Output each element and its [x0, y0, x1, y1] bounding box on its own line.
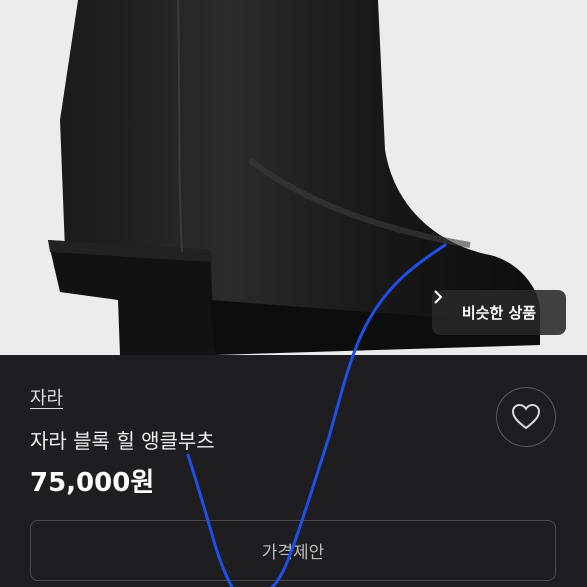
price-offer-button[interactable]: 가격제안: [30, 520, 556, 581]
brand-link[interactable]: 자라: [30, 384, 63, 410]
product-price: 75,000원: [30, 468, 155, 498]
product-image[interactable]: 비슷한 상품: [0, 0, 587, 355]
product-title: 자라 블록 힐 앵클부츠: [30, 429, 215, 453]
chevron-right-icon: [434, 290, 443, 304]
product-info-panel: 자라 자라 블록 힐 앵클부츠 75,000원 가격제안: [0, 355, 587, 587]
favorite-button[interactable]: [496, 387, 556, 447]
similar-products-label: 비슷한 상품: [461, 304, 537, 322]
price-offer-label: 가격제안: [261, 543, 325, 563]
heart-icon: [511, 403, 541, 430]
similar-products-button[interactable]: 비슷한 상품: [432, 290, 566, 335]
